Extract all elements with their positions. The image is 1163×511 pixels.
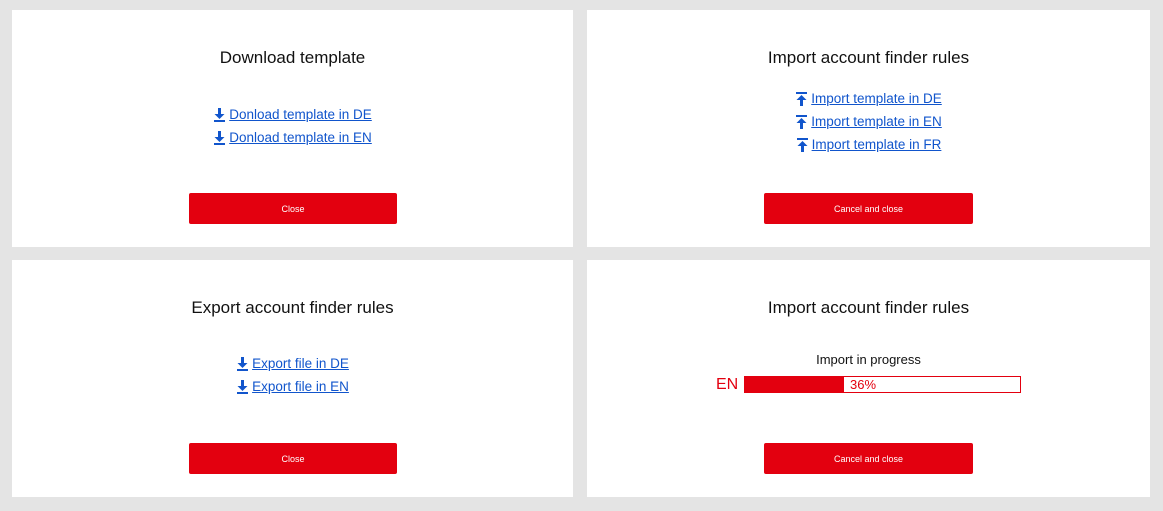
dialog-title: Import account finder rules <box>767 298 970 317</box>
cancel-and-close-button[interactable]: Cancel and close <box>764 193 973 224</box>
progress-bar: 36% <box>744 376 1021 393</box>
import-link-de-label[interactable]: Import template in DE <box>811 91 942 106</box>
download-icon <box>237 379 249 394</box>
download-link-de-label[interactable]: Donload template in DE <box>229 107 372 122</box>
import-link-fr-label[interactable]: Import template in FR <box>812 137 942 152</box>
cancel-and-close-button[interactable]: Cancel and close <box>764 443 973 474</box>
dialog-title: Import account finder rules <box>767 48 970 67</box>
close-button[interactable]: Close <box>189 443 397 474</box>
export-link-de[interactable]: Export file in DE <box>12 352 573 375</box>
export-link-en[interactable]: Export file in EN <box>12 375 573 398</box>
export-link-en-label[interactable]: Export file in EN <box>252 379 349 394</box>
download-link-en-label[interactable]: Donload template in EN <box>229 130 372 145</box>
close-button[interactable]: Close <box>189 193 397 224</box>
import-link-en-label[interactable]: Import template in EN <box>811 114 942 129</box>
upload-icon <box>796 91 808 106</box>
export-link-de-label[interactable]: Export file in DE <box>252 356 349 371</box>
import-rules-dialog: Import account finder rules Import templ… <box>587 10 1150 247</box>
progress-bar-fill <box>745 377 844 392</box>
upload-icon <box>796 114 808 129</box>
export-rules-dialog: Export account finder rules Export file … <box>12 260 573 497</box>
download-link-de[interactable]: Donload template in DE <box>12 103 573 126</box>
upload-icon <box>796 137 808 152</box>
progress-language-label: EN <box>716 376 739 393</box>
download-icon <box>214 107 226 122</box>
dialog-title: Download template <box>219 48 366 67</box>
download-icon <box>237 356 249 371</box>
export-links: Export file in DE Export file in EN <box>12 352 573 398</box>
download-link-en[interactable]: Donload template in EN <box>12 126 573 149</box>
import-link-fr[interactable]: Import template in FR <box>587 133 1150 156</box>
download-icon <box>214 130 226 145</box>
import-links: Import template in DE Import template in… <box>587 87 1150 156</box>
import-link-de[interactable]: Import template in DE <box>587 87 1150 110</box>
progress-percent: 36% <box>850 377 877 392</box>
download-links: Donload template in DE Donload template … <box>12 103 573 149</box>
import-progress-dialog: Import account finder rules Import in pr… <box>587 260 1150 497</box>
progress-status-label: Import in progress <box>816 352 921 367</box>
import-link-en[interactable]: Import template in EN <box>587 110 1150 133</box>
download-template-dialog: Download template Donload template in DE… <box>12 10 573 247</box>
dialog-title: Export account finder rules <box>191 298 394 317</box>
